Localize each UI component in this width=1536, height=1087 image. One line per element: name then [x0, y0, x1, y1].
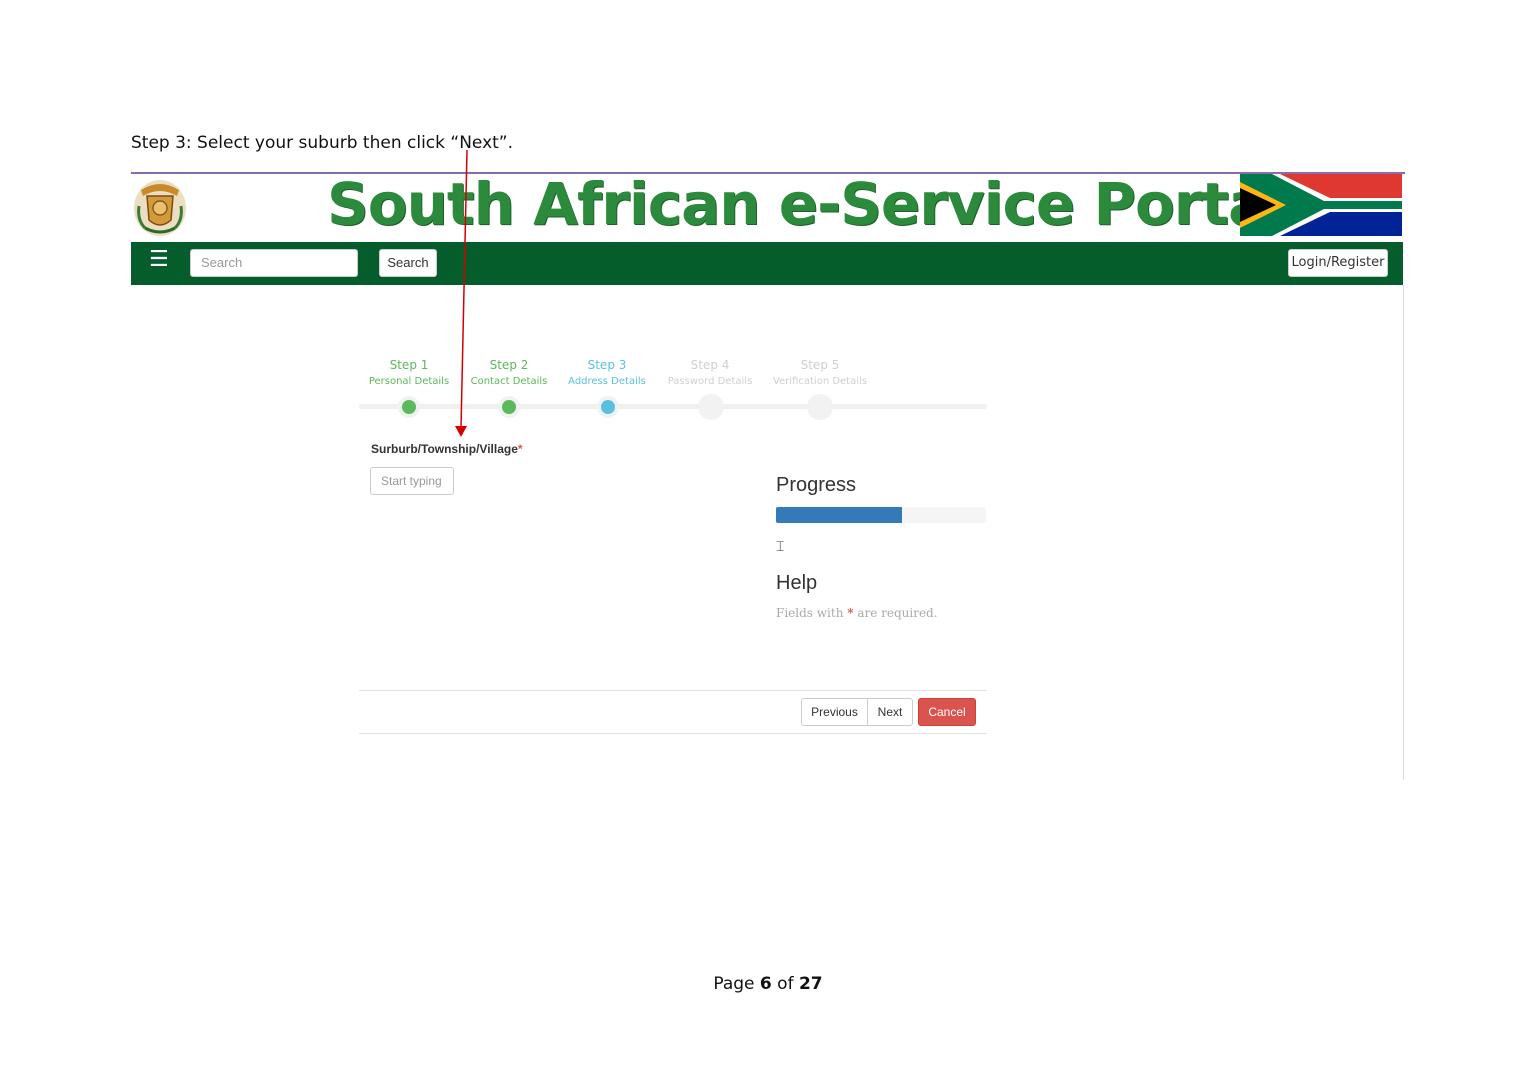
portal-screenshot: South African e-Service Portal ☰ Search … [131, 170, 1405, 780]
content-border [1403, 285, 1404, 780]
search-input[interactable]: Search [190, 249, 358, 277]
step-1: Step 1 Personal Details [359, 358, 459, 387]
hamburger-menu-icon[interactable]: ☰ [149, 249, 171, 271]
step-wizard: Step 1 Personal Details Step 2 Contact D… [359, 358, 987, 420]
text-cursor-icon: ⌶ [776, 539, 785, 555]
step-4: Step 4 Password Details [660, 358, 760, 387]
step-subtitle: Password Details [667, 376, 753, 387]
login-register-button[interactable]: Login/Register [1288, 249, 1388, 277]
help-text: Fields with * are required. [776, 606, 938, 620]
step-1-dot[interactable] [402, 400, 416, 414]
step-title: Step 1 [389, 358, 429, 372]
progress-bar-fill [776, 507, 902, 523]
cancel-button[interactable]: Cancel [918, 698, 976, 726]
page-of: of [771, 974, 799, 994]
help-suffix: are required. [853, 606, 938, 620]
step-title: Step 5 [800, 358, 840, 372]
portal-banner: South African e-Service Portal [131, 170, 1405, 242]
page-current: 6 [759, 974, 772, 994]
footer-divider-top [359, 690, 987, 691]
search-button[interactable]: Search [379, 249, 437, 277]
step-4-dot [698, 394, 724, 420]
suburb-label-text: Surburb/Township/Village [371, 442, 518, 456]
step-subtitle: Personal Details [368, 376, 450, 387]
step-2-dot[interactable] [502, 400, 516, 414]
page-number: Page 6 of 27 [0, 974, 1536, 994]
step-5-dot [807, 394, 833, 420]
footer-divider-bottom [359, 733, 987, 734]
step-track [359, 404, 987, 409]
progress-bar [776, 507, 986, 523]
required-mark: * [517, 442, 523, 456]
previous-button[interactable]: Previous [801, 698, 868, 726]
next-button[interactable]: Next [867, 698, 913, 726]
portal-title: South African e-Service Portal [327, 170, 1286, 238]
suburb-input[interactable]: Start typing [370, 467, 454, 495]
step-title: Step 4 [690, 358, 730, 372]
step-subtitle: Address Details [568, 376, 646, 387]
step-title: Step 3 [587, 358, 627, 372]
step-3-dot[interactable] [601, 400, 615, 414]
instruction-text: Step 3: Select your suburb then click “N… [131, 133, 514, 153]
south-africa-flag-icon [1240, 174, 1402, 236]
step-subtitle: Contact Details [470, 376, 548, 387]
help-title: Help [776, 572, 818, 594]
step-subtitle: Verification Details [772, 376, 868, 387]
step-2: Step 2 Contact Details [459, 358, 559, 387]
step-3: Step 3 Address Details [557, 358, 657, 387]
help-prefix: Fields with [776, 606, 848, 620]
step-5: Step 5 Verification Details [770, 358, 870, 387]
step-title: Step 2 [489, 358, 529, 372]
navbar: ☰ Search Search Login/Register [131, 242, 1403, 285]
page-total: 27 [798, 974, 823, 994]
page-prefix: Page [713, 974, 760, 994]
suburb-field-label: Surburb/Township/Village* [371, 442, 523, 456]
coat-of-arms-icon [134, 180, 186, 236]
progress-title: Progress [776, 474, 857, 496]
